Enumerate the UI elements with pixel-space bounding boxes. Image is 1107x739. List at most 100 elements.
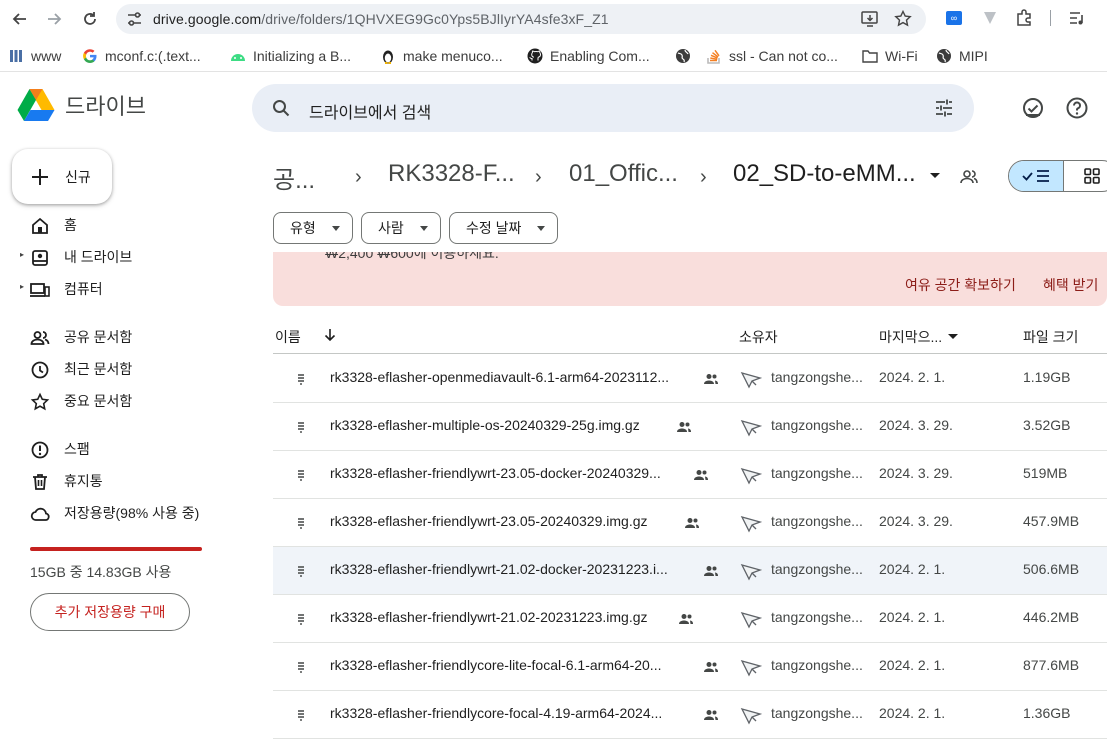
google-drive-logo-icon <box>17 89 55 121</box>
github-icon <box>527 48 543 64</box>
grid-view-button[interactable] <box>1065 161 1107 191</box>
home-icon <box>30 216 50 236</box>
table-row[interactable]: rk3328-eflasher-multiple-os-20240329-25g… <box>273 403 1107 451</box>
archive-file-icon <box>297 421 305 433</box>
file-modified-date: 2024. 3. 29. <box>879 417 953 433</box>
extension-1-icon[interactable]: ∞ <box>944 8 964 28</box>
drive-logo[interactable]: 드라이브 <box>17 88 146 122</box>
globe-icon <box>936 48 952 64</box>
file-name: rk3328-eflasher-multiple-os-20240329-25g… <box>330 417 640 433</box>
sidebar-item[interactable]: 최근 문서함 <box>0 354 250 384</box>
shared-folder-icon <box>960 170 978 184</box>
breadcrumb-item[interactable]: 공... <box>273 160 315 195</box>
bookmark-item[interactable]: Enabling Com... <box>527 46 650 66</box>
help-button[interactable] <box>1065 96 1089 120</box>
file-size: 519MB <box>1023 465 1068 481</box>
android-icon <box>230 48 246 64</box>
table-row[interactable]: rk3328-eflasher-friendlywrt-23.05-202403… <box>273 499 1107 547</box>
buy-storage-button[interactable]: 추가 저장용량 구매 <box>30 593 190 631</box>
table-row[interactable]: rk3328-eflasher-friendlycore-lite-focal-… <box>273 643 1107 691</box>
globe-icon <box>675 48 691 64</box>
breadcrumb-current[interactable]: 02_SD-to-eMM... <box>733 160 916 188</box>
bookmark-item[interactable] <box>675 46 698 66</box>
linux-icon <box>380 48 396 64</box>
bookmark-item[interactable]: Wi-Fi <box>862 46 918 66</box>
breadcrumb-item[interactable]: 01_Offic... <box>569 160 678 188</box>
file-name: rk3328-eflasher-friendlywrt-21.02-202312… <box>330 609 648 625</box>
bookmark-item[interactable]: www <box>8 46 61 66</box>
sidebar-item[interactable]: ▸ 내 드라이브 <box>0 242 250 272</box>
chip-label: 수정 날짜 <box>466 220 522 236</box>
shared-people-icon <box>703 563 719 579</box>
bookmark-item[interactable]: ssl - Can not co... <box>706 46 838 66</box>
reload-button[interactable] <box>78 7 102 31</box>
table-row[interactable]: rk3328-eflasher-friendlywrt-23.05-docker… <box>273 451 1107 499</box>
new-button[interactable]: 신규 <box>12 149 112 204</box>
sidebar-item-label: 중요 문서함 <box>64 393 133 409</box>
shared-people-icon <box>684 515 700 531</box>
extension-2-icon[interactable] <box>980 8 1000 28</box>
list-view-button[interactable] <box>1009 161 1064 191</box>
bookmark-item[interactable]: mconf.c:(.text... <box>82 46 201 66</box>
filter-people-chip[interactable]: 사람 <box>361 212 441 244</box>
install-app-icon <box>861 11 878 27</box>
sidebar-item[interactable]: 중요 문서함 <box>0 386 250 416</box>
size-column-header[interactable]: 파일 크기 <box>1023 327 1078 347</box>
name-column-header[interactable]: 이름 <box>275 327 301 347</box>
sidebar-item[interactable]: 저장용량(98% 사용 중) <box>0 498 250 528</box>
google-icon <box>82 48 98 64</box>
owner-avatar-icon <box>740 657 762 677</box>
file-owner: tangzongshe... <box>771 513 863 529</box>
bookmark-item[interactable]: MIPI <box>936 46 988 66</box>
storage-banner: ₩2,400 ₩600에 이용하세요. 여유 공간 확보하기 혜택 받기 <box>273 252 1107 306</box>
breadcrumb-item[interactable]: RK3328-F... <box>388 160 515 188</box>
sort-down-arrow-icon[interactable] <box>324 328 336 342</box>
forward-arrow-icon <box>48 13 62 25</box>
sidebar-item[interactable]: 휴지통 <box>0 466 250 496</box>
back-button[interactable] <box>8 7 32 31</box>
search-bar[interactable]: 드라이브에서 검색 <box>252 84 974 132</box>
forward-button[interactable] <box>42 7 66 31</box>
caret-down-icon[interactable] <box>948 334 958 339</box>
file-modified-date: 2024. 2. 1. <box>879 561 946 577</box>
sidebar-item[interactable]: 스팸 <box>0 434 250 464</box>
table-row[interactable]: rk3328-eflasher-openmediavault-6.1-arm64… <box>273 355 1107 403</box>
bookmark-item[interactable]: make menuco... <box>380 46 503 66</box>
bookmark-item[interactable]: Initializing a B... <box>230 46 351 66</box>
filter-modified-chip[interactable]: 수정 날짜 <box>449 212 558 244</box>
expand-arrow-icon[interactable]: ▸ <box>20 250 24 259</box>
archive-file-icon <box>297 613 305 625</box>
folder-menu-caret-icon[interactable] <box>930 173 940 178</box>
computers-icon <box>30 280 50 300</box>
sidebar-item[interactable]: ▸ 컴퓨터 <box>0 274 250 304</box>
owner-column-header[interactable]: 소유자 <box>739 327 778 347</box>
address-bar[interactable]: drive.google.com/drive/folders/1QHVXEG9G… <box>116 4 926 34</box>
expand-arrow-icon[interactable]: ▸ <box>20 282 24 291</box>
app-name: 드라이브 <box>65 94 146 119</box>
storage-text: 15GB 중 14.83GB 사용 <box>30 564 172 580</box>
file-modified-date: 2024. 3. 29. <box>879 513 953 529</box>
reading-list-icon[interactable] <box>1068 8 1088 28</box>
clock-icon <box>30 360 50 380</box>
free-up-space-link[interactable]: 여유 공간 확보하기 <box>905 275 1016 295</box>
get-offer-link[interactable]: 혜택 받기 <box>1043 275 1098 295</box>
table-row[interactable]: rk3328-eflasher-friendlywrt-21.02-202312… <box>273 595 1107 643</box>
bookmark-star-icon <box>894 10 912 27</box>
file-name: rk3328-eflasher-friendlywrt-21.02-docker… <box>330 561 668 577</box>
sidebar-item[interactable]: 홈 <box>0 210 250 240</box>
sidebar-item[interactable]: 공유 문서함 <box>0 322 250 352</box>
search-input[interactable]: 드라이브에서 검색 <box>309 99 431 123</box>
my-drive-icon <box>30 248 50 268</box>
filter-type-chip[interactable]: 유형 <box>273 212 353 244</box>
file-owner: tangzongshe... <box>771 369 863 385</box>
sidebar-item-label: 컴퓨터 <box>64 281 103 297</box>
banner-text: ₩2,400 ₩600에 이용하세요. <box>325 252 499 261</box>
offline-status-button[interactable] <box>1021 96 1045 120</box>
file-size: 3.52GB <box>1023 417 1071 433</box>
extensions-puzzle-icon[interactable] <box>1014 8 1034 28</box>
table-row[interactable]: rk3328-eflasher-friendlywrt-21.02-docker… <box>273 547 1107 595</box>
chip-label: 유형 <box>290 220 316 236</box>
file-owner: tangzongshe... <box>771 561 863 577</box>
modified-column-header[interactable]: 마지막으... <box>879 327 942 347</box>
archive-file-icon <box>297 565 305 577</box>
